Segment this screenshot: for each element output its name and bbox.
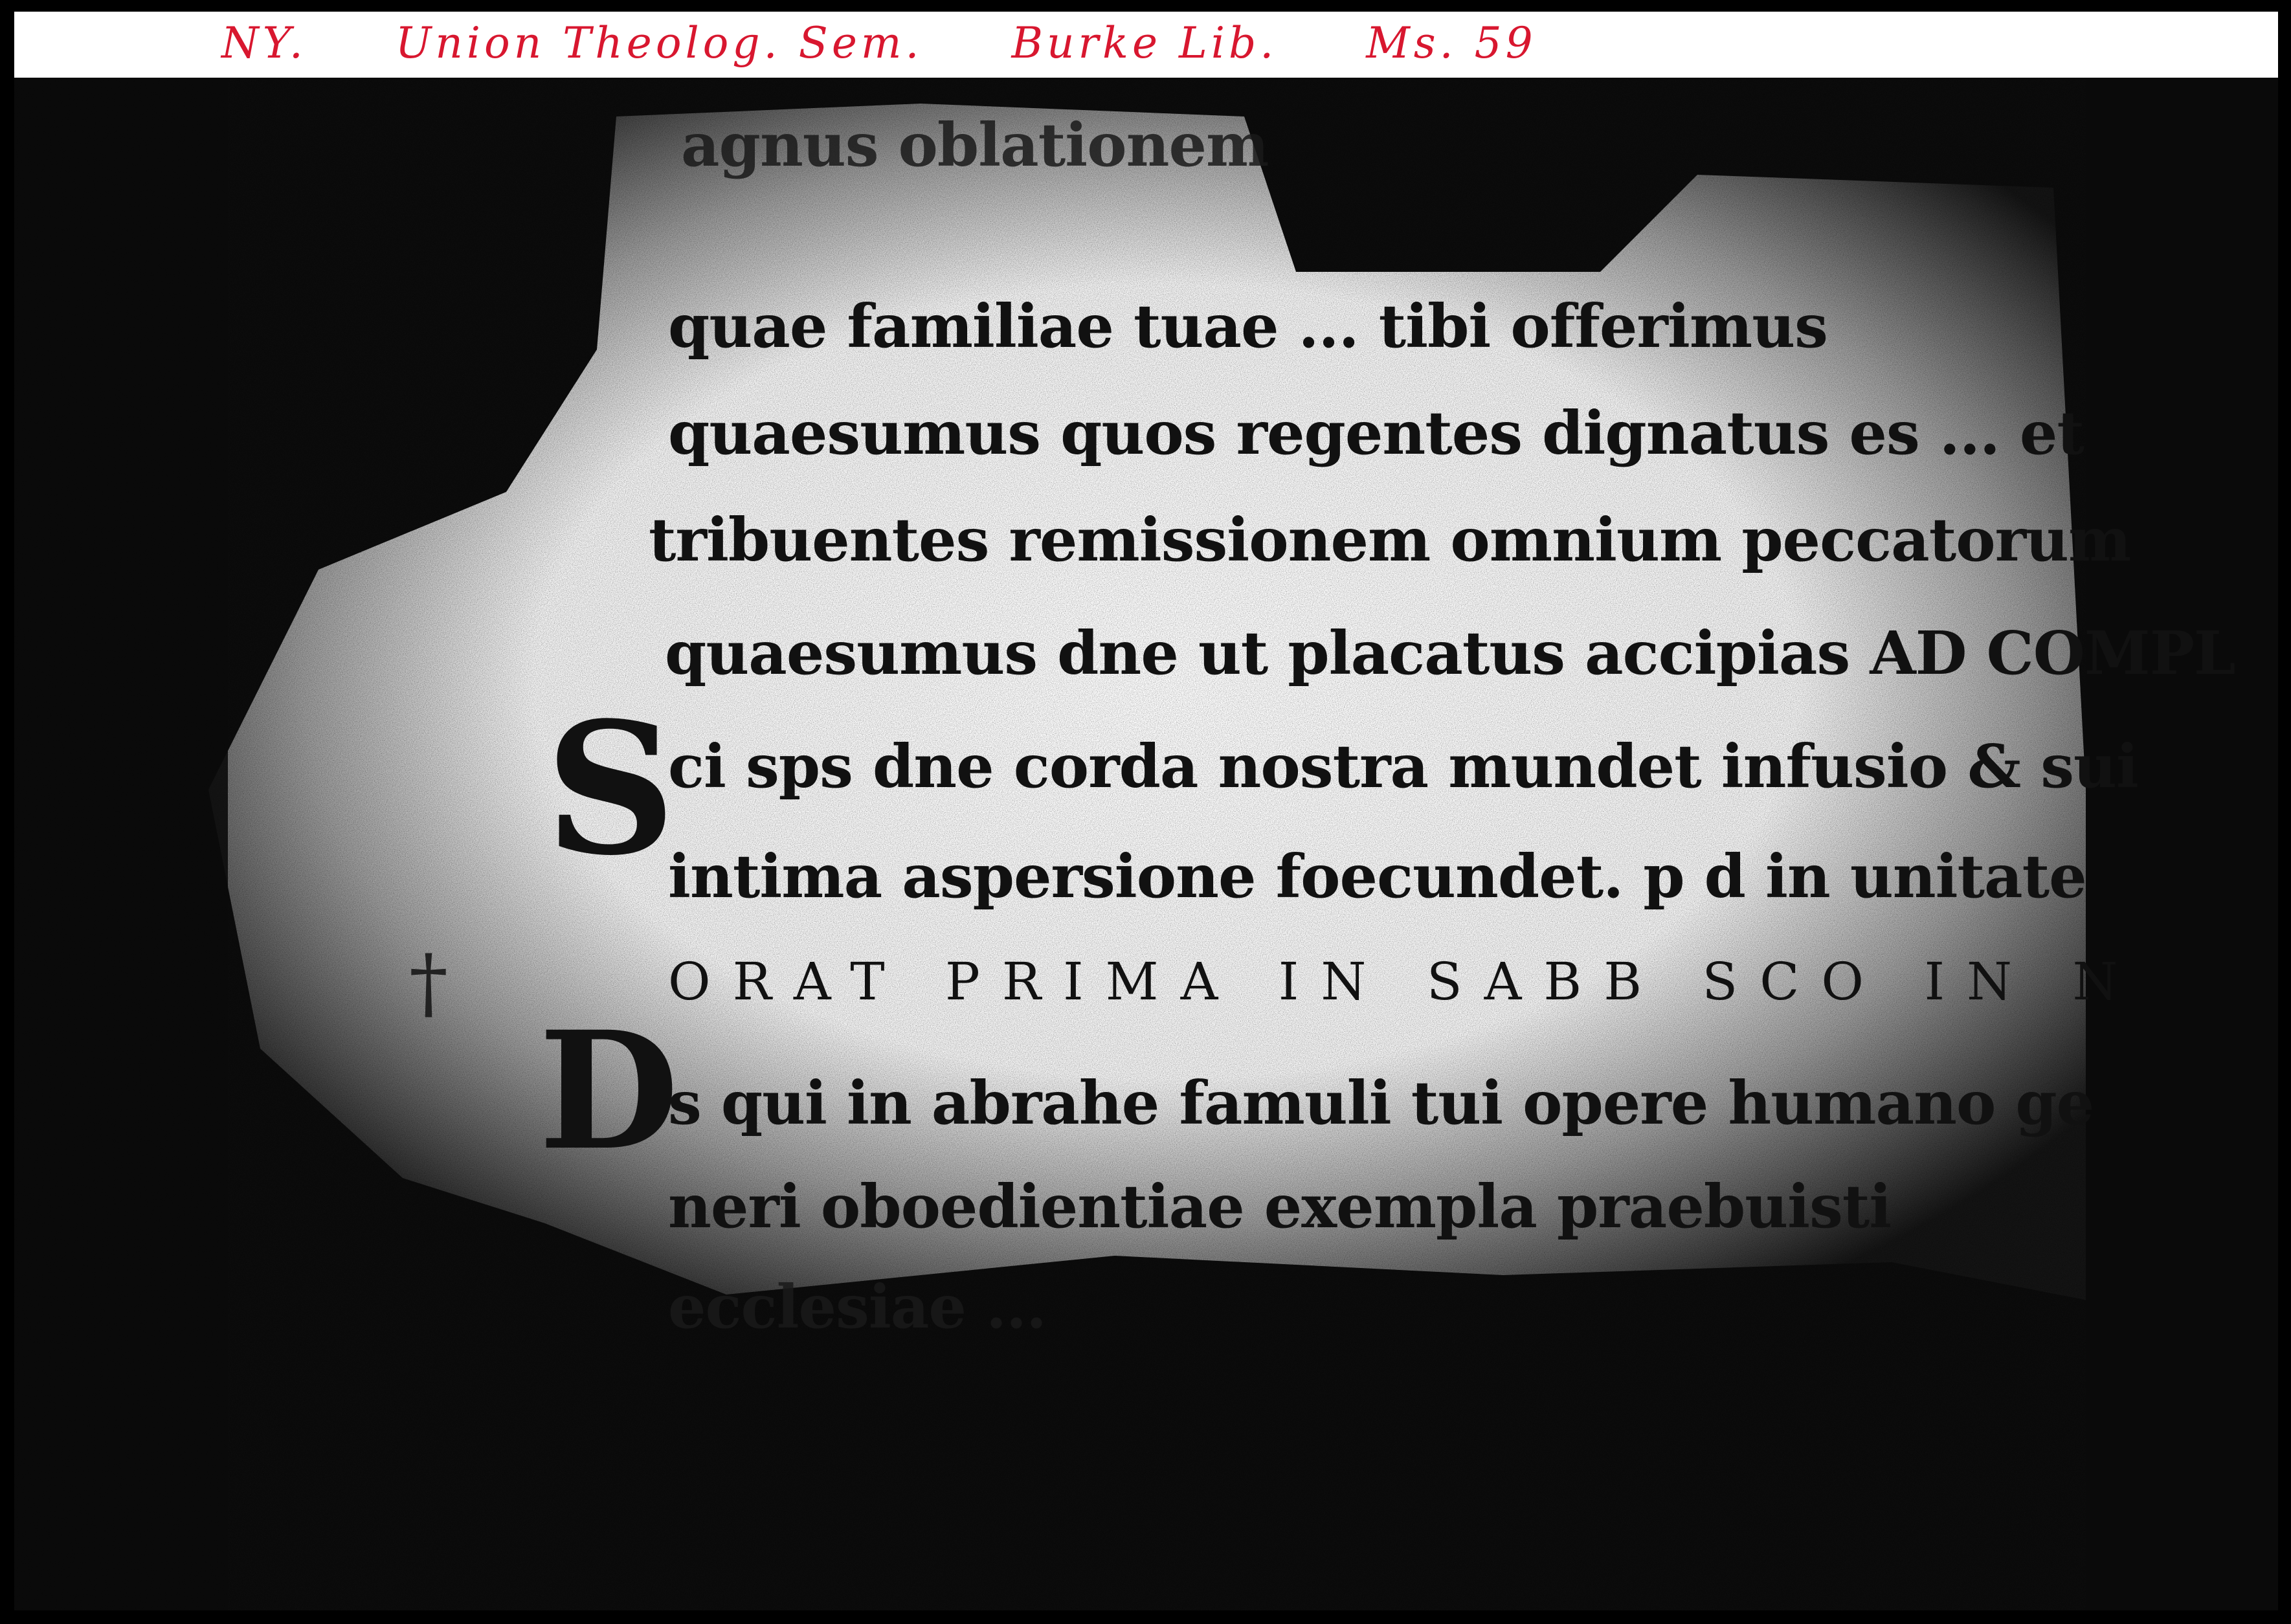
rubric-line: ORAT PRIMA IN SABB SCO IN N <box>668 951 2140 1012</box>
annotation-shelfmark: Ms. 59 <box>1366 18 1537 68</box>
scanned-page: NY. Union Theolog. Sem. Burke Lib. Ms. 5… <box>14 12 2278 1610</box>
annotation-institution: Union Theolog. Sem. <box>395 18 923 68</box>
manuscript-photograph: agnus oblationem quae familiae tuae ... … <box>14 78 2278 1610</box>
decorated-initial: D <box>539 996 679 1186</box>
manuscript-line: ci sps dne corda nostra mundet infusio &… <box>668 731 2139 801</box>
manuscript-line: s qui in abrahe famuli tui opere humano … <box>668 1068 2094 1138</box>
manuscript-line: quaesumus dne ut placatus accipias AD CO… <box>665 618 2236 688</box>
manuscript-line: neri oboedientiae exempla praebuisti <box>668 1172 1892 1241</box>
annotation-library: Burke Lib. <box>1011 18 1278 68</box>
manuscript-text: agnus oblationem quae familiae tuae ... … <box>14 78 2278 1610</box>
handwritten-annotation: NY. Union Theolog. Sem. Burke Lib. Ms. 5… <box>221 18 1608 83</box>
manuscript-line: intima aspersione foecundet. p d in unit… <box>668 841 2087 911</box>
margin-cross-mark: † <box>409 939 448 1029</box>
manuscript-line: quaesumus quos regentes dignatus es ... … <box>668 398 2084 468</box>
manuscript-line: ecclesiae ... <box>668 1272 1047 1342</box>
annotation-city: NY. <box>221 18 307 68</box>
decorated-initial: S <box>545 683 676 896</box>
manuscript-line: quae familiae tuae ... tibi offerimus <box>668 291 1828 361</box>
manuscript-line: agnus oblationem <box>681 110 1269 180</box>
manuscript-line: tribuentes remissionem omnium peccatorum <box>649 505 2131 575</box>
